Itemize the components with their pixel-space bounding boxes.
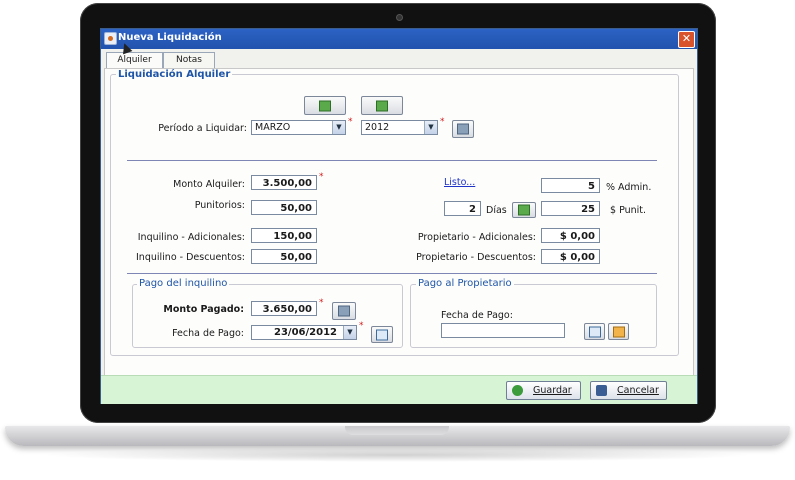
app-icon <box>104 32 117 45</box>
propietario-adicionales-field[interactable]: $ 0,00 <box>541 228 600 243</box>
arrow-left-icon <box>319 100 331 111</box>
footer-bar: Guardar Cancelar <box>101 375 697 404</box>
arrow-left-icon <box>518 204 530 216</box>
admin-percent-label: % Admin. <box>606 182 652 193</box>
laptop-shadow <box>40 448 755 462</box>
previous-period-button[interactable] <box>304 96 346 115</box>
close-button[interactable]: ✕ <box>678 31 695 48</box>
year-value: 2012 <box>365 122 390 133</box>
punit-label: $ Punit. <box>610 205 647 216</box>
required-mark: * <box>319 172 324 182</box>
inquilino-descuentos-field[interactable]: 50,00 <box>251 249 317 264</box>
fecha-pago-propietario-field[interactable] <box>441 323 565 338</box>
monto-alquiler-field[interactable]: 3.500,00 <box>251 175 317 190</box>
propietario-apply-button[interactable] <box>608 323 629 340</box>
arrow-right-icon <box>612 326 625 337</box>
nueva-liquidacion-window: Nueva Liquidación ✕ Alquiler Notas Liqui… <box>100 28 698 404</box>
cancelar-button[interactable]: Cancelar <box>590 381 667 400</box>
calendar-icon <box>376 329 388 340</box>
divider <box>127 160 657 161</box>
year-select[interactable]: 2012 ▼ <box>361 120 438 135</box>
calendar-icon <box>588 326 601 337</box>
apply-days-button[interactable] <box>512 202 536 218</box>
monto-pagado-field[interactable]: 3.650,00 <box>251 301 317 316</box>
fecha-pago-inquilino-value: 23/06/2012 <box>274 327 337 338</box>
inquilino-descuentos-label: Inquilino - Descuentos: <box>136 252 245 263</box>
exit-door-icon <box>596 385 607 396</box>
propietario-descuentos-label: Propietario - Descuentos: <box>416 252 536 263</box>
dias-field[interactable]: 2 <box>444 201 481 216</box>
next-period-button[interactable] <box>361 96 403 115</box>
punit-field[interactable]: 25 <box>541 201 600 216</box>
inquilino-adicionales-label: Inquilino - Adicionales: <box>137 232 245 243</box>
arrow-right-icon <box>376 100 388 111</box>
liquidacion-legend: Liquidación Alquiler <box>116 69 233 80</box>
pago-inquilino-legend: Pago del inquilino <box>137 278 230 289</box>
laptop-notch <box>345 426 449 435</box>
propietario-adicionales-label: Propietario - Adicionales: <box>417 232 536 243</box>
tab-panel-alquiler: Liquidación Alquiler Período a Liquidar:… <box>104 68 694 376</box>
chevron-down-icon: ▼ <box>343 326 356 339</box>
month-select[interactable]: MARZO ▼ <box>251 120 346 135</box>
guardar-label: Guardar <box>533 385 572 396</box>
guardar-button[interactable]: Guardar <box>506 381 581 400</box>
propietario-calendar-button[interactable] <box>584 323 605 340</box>
punitorios-label: Punitorios: <box>194 200 245 211</box>
chevron-down-icon: ▼ <box>332 121 345 134</box>
calculate-button[interactable] <box>452 120 474 138</box>
pago-propietario-legend: Pago al Propietario <box>416 278 514 289</box>
chevron-down-icon: ▼ <box>424 121 437 134</box>
fecha-pago-inquilino-picker[interactable]: 23/06/2012 ▼ <box>251 325 357 340</box>
webcam-icon <box>396 14 403 21</box>
tab-alquiler[interactable]: Alquiler <box>106 52 163 69</box>
month-value: MARZO <box>255 122 291 133</box>
window-title: Nueva Liquidación <box>118 32 222 43</box>
cancelar-label: Cancelar <box>617 385 659 396</box>
monto-alquiler-label: Monto Alquiler: <box>173 179 245 190</box>
listo-link[interactable]: Listo... <box>444 177 475 188</box>
monto-pagado-label: Monto Pagado: <box>163 304 244 315</box>
inquilino-adicionales-field[interactable]: 150,00 <box>251 228 317 243</box>
calculate-paid-button[interactable] <box>332 302 356 320</box>
admin-percent-field[interactable]: 5 <box>541 178 600 193</box>
punitorios-field[interactable]: 50,00 <box>251 200 317 215</box>
calculator-icon <box>457 123 469 135</box>
divider <box>127 273 657 274</box>
required-mark: * <box>319 298 324 308</box>
calculator-icon <box>338 305 350 317</box>
periodo-label: Período a Liquidar: <box>158 123 247 134</box>
fecha-pago-propietario-label: Fecha de Pago: <box>441 310 513 321</box>
dias-label: Días <box>486 205 507 216</box>
tab-notas[interactable]: Notas <box>163 52 215 68</box>
fecha-pago-inquilino-label: Fecha de Pago: <box>172 328 244 339</box>
required-mark: * <box>348 117 353 127</box>
required-mark: * <box>359 321 364 331</box>
calendar-button[interactable] <box>371 326 393 343</box>
required-mark: * <box>440 117 445 127</box>
title-bar[interactable]: Nueva Liquidación ✕ <box>101 29 697 49</box>
check-icon <box>512 385 523 396</box>
propietario-descuentos-field[interactable]: $ 0,00 <box>541 249 600 264</box>
